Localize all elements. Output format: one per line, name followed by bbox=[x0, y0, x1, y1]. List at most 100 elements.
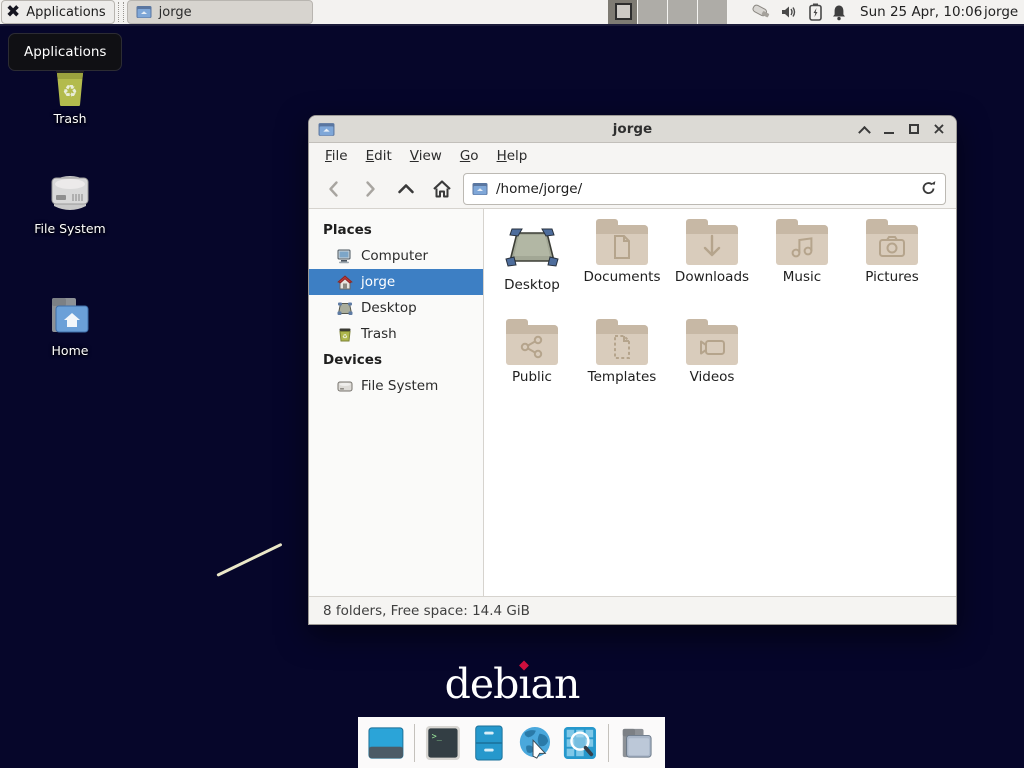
pictures-folder-icon bbox=[866, 225, 918, 265]
maximize-icon[interactable] bbox=[906, 121, 922, 137]
sidebar-item-trash[interactable]: ♻ Trash bbox=[309, 321, 483, 347]
file-manager-window[interactable]: jorge × File Edit View Go Help bbox=[308, 115, 957, 625]
menubar: File Edit View Go Help bbox=[309, 143, 956, 169]
desktop-icon-home[interactable]: Home bbox=[10, 292, 130, 358]
folder-icon bbox=[136, 5, 152, 19]
statusbar-text: 8 folders, Free space: 14.4 GiB bbox=[323, 603, 530, 619]
desktop-icon-label: Home bbox=[10, 343, 130, 358]
minimize-icon[interactable] bbox=[881, 121, 897, 137]
home-icon bbox=[337, 275, 353, 290]
applications-menu-button[interactable]: ✖ Applications bbox=[1, 0, 115, 24]
terminal-icon[interactable]: >_ bbox=[425, 724, 461, 762]
desktop-icon bbox=[504, 223, 560, 273]
desktop-icon-label: File System bbox=[10, 221, 130, 236]
workspace-3[interactable] bbox=[668, 0, 698, 24]
file-item-pictures[interactable]: Pictures bbox=[847, 217, 937, 313]
close-icon[interactable]: × bbox=[931, 121, 947, 137]
file-label: Public bbox=[487, 369, 577, 385]
desktop-icon bbox=[337, 301, 353, 316]
home-button[interactable] bbox=[427, 174, 457, 204]
battery-icon[interactable] bbox=[809, 3, 822, 21]
file-item-public[interactable]: Public bbox=[487, 317, 577, 413]
stray-line-mark bbox=[216, 543, 282, 577]
window-titlebar[interactable]: jorge × bbox=[309, 116, 956, 143]
download-folder-icon bbox=[686, 225, 738, 265]
file-label: Downloads bbox=[667, 269, 757, 285]
taskbar-window-button[interactable]: jorge bbox=[127, 0, 313, 24]
file-label: Templates bbox=[577, 369, 667, 385]
show-desktop-icon[interactable] bbox=[368, 724, 404, 762]
file-item-documents[interactable]: Documents bbox=[577, 217, 667, 313]
system-tray bbox=[750, 0, 847, 24]
desktop-icon-label: Trash bbox=[10, 111, 130, 126]
statusbar: 8 folders, Free space: 14.4 GiB bbox=[309, 596, 956, 624]
path-input[interactable]: /home/jorge/ bbox=[496, 181, 912, 197]
home-folder-icon bbox=[44, 292, 96, 340]
videos-folder-icon bbox=[686, 325, 738, 365]
menu-help[interactable]: Help bbox=[489, 145, 536, 167]
app-finder-icon[interactable] bbox=[562, 724, 598, 762]
home-icon bbox=[431, 179, 453, 199]
templates-folder-icon bbox=[596, 325, 648, 365]
removable-device-icon[interactable] bbox=[750, 2, 772, 22]
dock-separator bbox=[414, 724, 415, 762]
workspace-1[interactable] bbox=[608, 0, 638, 24]
sidebar-item-label: File System bbox=[361, 378, 438, 394]
menu-edit[interactable]: Edit bbox=[358, 145, 400, 167]
up-button[interactable] bbox=[391, 174, 421, 204]
computer-icon bbox=[337, 249, 353, 264]
workspace-4[interactable] bbox=[698, 0, 728, 24]
file-item-templates[interactable]: Templates bbox=[577, 317, 667, 413]
file-item-music[interactable]: Music bbox=[757, 217, 847, 313]
panel-user-menu[interactable]: jorge bbox=[984, 0, 1018, 24]
harddisk-icon bbox=[44, 168, 96, 218]
desktop-icon-file-system[interactable]: File System bbox=[10, 168, 130, 236]
svg-text:♻: ♻ bbox=[62, 82, 77, 102]
notifications-bell-icon[interactable] bbox=[831, 4, 847, 21]
music-folder-icon bbox=[776, 225, 828, 265]
toolbar: /home/jorge/ bbox=[309, 169, 956, 209]
forward-button[interactable] bbox=[355, 174, 385, 204]
sidebar-item-desktop[interactable]: Desktop bbox=[309, 295, 483, 321]
workspace-switcher[interactable] bbox=[608, 0, 728, 24]
sidebar-item-computer[interactable]: Computer bbox=[309, 243, 483, 269]
menu-view[interactable]: View bbox=[402, 145, 450, 167]
applications-menu-label: Applications bbox=[26, 5, 105, 20]
back-icon bbox=[324, 179, 344, 199]
sidebar-item-label: Desktop bbox=[361, 300, 417, 316]
share-folder-icon bbox=[506, 325, 558, 365]
shade-icon[interactable] bbox=[856, 121, 872, 137]
folder-icon[interactable] bbox=[619, 724, 655, 762]
taskbar-window-label: jorge bbox=[159, 5, 192, 20]
sidebar-item-jorge[interactable]: jorge bbox=[309, 269, 483, 295]
file-item-desktop[interactable]: Desktop bbox=[487, 217, 577, 313]
volume-icon[interactable] bbox=[781, 4, 800, 20]
reload-icon[interactable] bbox=[920, 180, 937, 197]
location-bar[interactable]: /home/jorge/ bbox=[463, 173, 946, 205]
file-label: Videos bbox=[667, 369, 757, 385]
back-button[interactable] bbox=[319, 174, 349, 204]
window-controls: × bbox=[856, 121, 947, 137]
svg-text:♻: ♻ bbox=[342, 333, 347, 340]
file-label: Desktop bbox=[487, 277, 577, 293]
folder-icon bbox=[472, 182, 488, 196]
panel-clock[interactable]: Sun 25 Apr, 10:06 bbox=[860, 0, 982, 24]
xfce-logo-icon: ✖ bbox=[6, 4, 20, 21]
file-label: Music bbox=[757, 269, 847, 285]
menu-file[interactable]: File bbox=[317, 145, 356, 167]
sidebar-header-devices: Devices bbox=[309, 347, 483, 373]
file-pane[interactable]: Desktop Documents bbox=[484, 209, 956, 596]
file-label: Pictures bbox=[847, 269, 937, 285]
file-cabinet-icon[interactable] bbox=[471, 724, 507, 762]
sidebar-item-file-system[interactable]: File System bbox=[309, 373, 483, 399]
applications-tooltip: Applications bbox=[8, 33, 122, 71]
web-browser-icon[interactable] bbox=[517, 724, 553, 762]
menu-go[interactable]: Go bbox=[452, 145, 487, 167]
bottom-dock: >_ bbox=[358, 717, 665, 768]
debian-logo: debıan bbox=[0, 660, 1024, 708]
file-item-videos[interactable]: Videos bbox=[667, 317, 757, 413]
svg-text:>_: >_ bbox=[431, 732, 442, 742]
desktop: ✖ Applications jorge bbox=[0, 0, 1024, 768]
file-item-downloads[interactable]: Downloads bbox=[667, 217, 757, 313]
workspace-2[interactable] bbox=[638, 0, 668, 24]
